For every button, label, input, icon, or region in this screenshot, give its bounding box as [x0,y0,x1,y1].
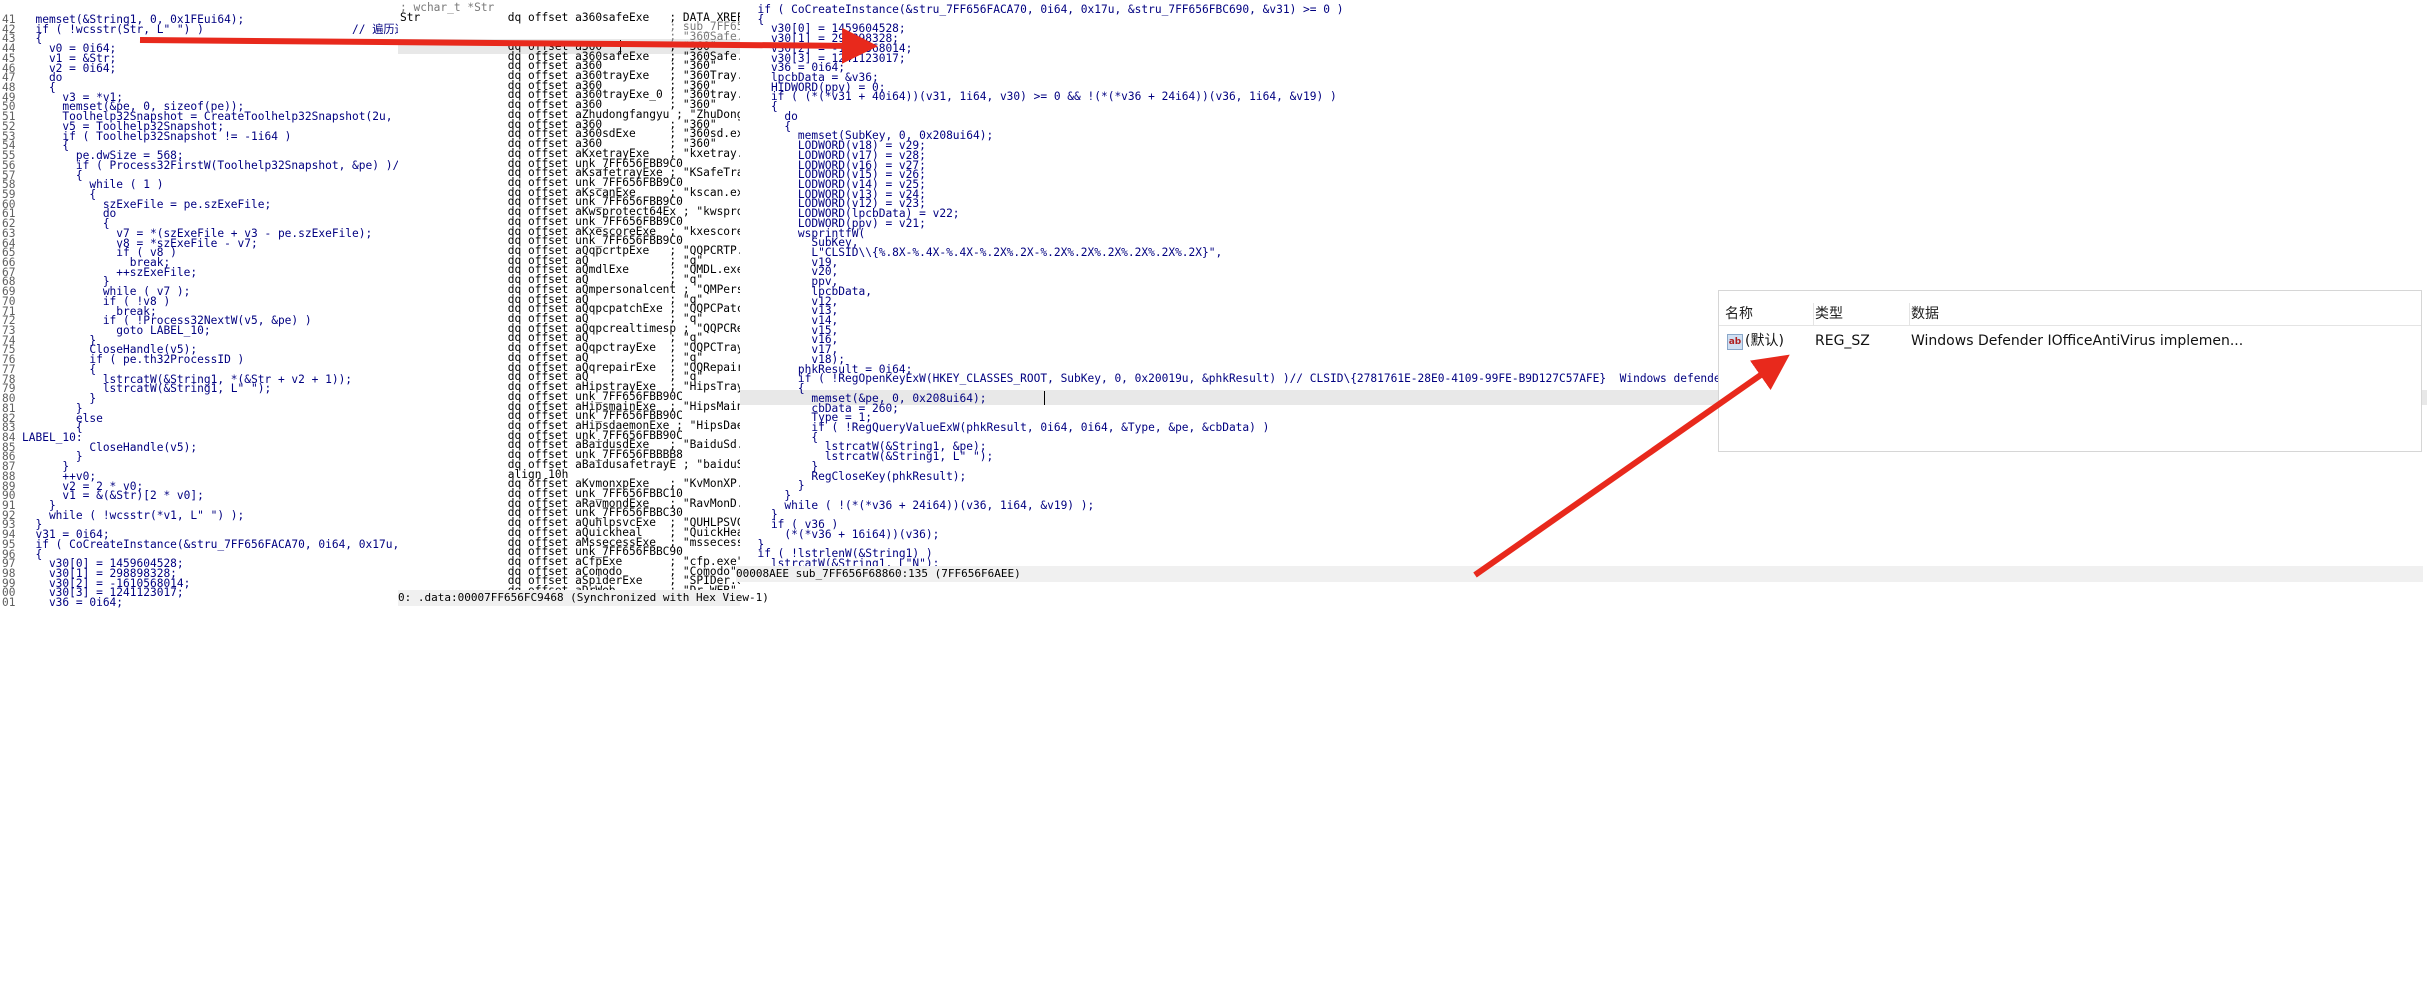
arrow-to-process-list [139,27,878,64]
annotation-arrows [139,27,1790,578]
arrow-to-registry-value [1473,354,1790,578]
